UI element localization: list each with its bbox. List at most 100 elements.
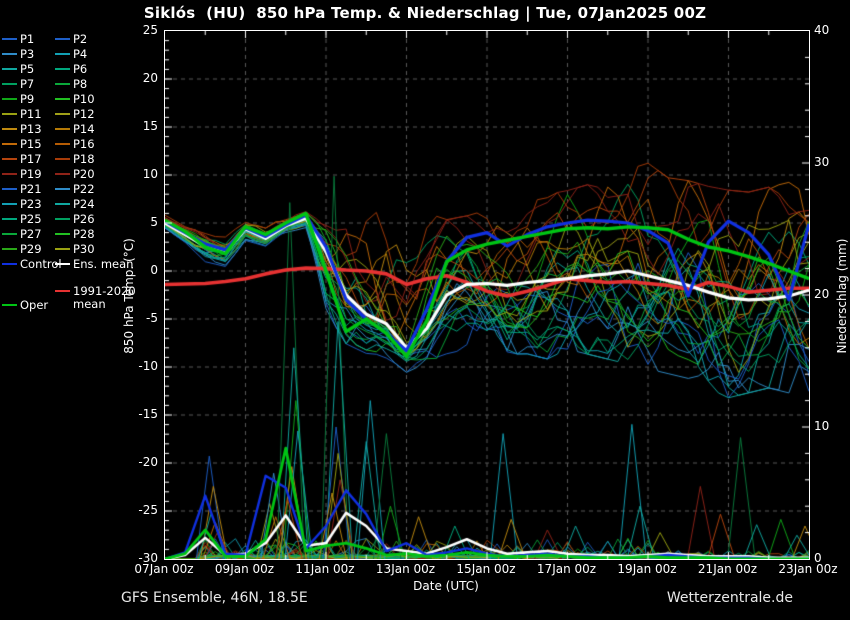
legend-member-p30: P30 (55, 243, 95, 256)
legend-member-p4-swatch (55, 53, 70, 55)
legend-member-p12: P12 (55, 108, 95, 121)
legend-member-p28: P28 (55, 228, 95, 241)
legend-member-p6-swatch (55, 68, 70, 70)
legend-member-p17: P17 (2, 153, 42, 166)
legend-member-p28-label: P28 (73, 228, 95, 241)
legend-oper-label: Oper (20, 299, 48, 312)
legend-member-p8-label: P8 (73, 78, 87, 91)
legend-member-p14: P14 (55, 123, 95, 136)
precip-tick-40: 40 (814, 23, 850, 37)
legend-member-p7-swatch (2, 83, 17, 85)
legend-member-p9-swatch (2, 98, 17, 100)
legend-member-p1-label: P1 (20, 33, 34, 46)
date-tick-23jan-00z: 23Jan 00z (768, 562, 848, 576)
legend-member-p1: P1 (2, 33, 34, 46)
legend-member-p20: P20 (55, 168, 95, 181)
legend-member-p5-label: P5 (20, 63, 34, 76)
page-title: Siklós (HU) 850 hPa Temp. & Niederschlag… (30, 4, 820, 22)
legend-member-p23-swatch (2, 203, 17, 205)
legend-member-p8-swatch (55, 83, 70, 85)
legend-member-p4: P4 (55, 48, 87, 61)
legend-member-p14-label: P14 (73, 123, 95, 136)
temp-tick--10: -10 (118, 359, 158, 373)
legend-member-p14-swatch (55, 128, 70, 130)
temp-tick-5: 5 (118, 215, 158, 229)
temp-tick--20: -20 (118, 455, 158, 469)
legend-member-p16: P16 (55, 138, 95, 151)
legend-member-p5: P5 (2, 63, 34, 76)
temp-tick-15: 15 (118, 119, 158, 133)
legend-member-p23: P23 (2, 198, 42, 211)
legend-member-p12-label: P12 (73, 108, 95, 121)
legend-member-p24-label: P24 (73, 198, 95, 211)
legend-member-p7: P7 (2, 78, 34, 91)
legend-member-p24-swatch (55, 203, 70, 205)
legend-member-p1-swatch (2, 38, 17, 40)
legend-member-p30-swatch (55, 248, 70, 250)
legend-member-p4-label: P4 (73, 48, 87, 61)
legend-member-p7-label: P7 (20, 78, 34, 91)
legend-member-p19: P19 (2, 168, 42, 181)
legend-member-p29-swatch (2, 248, 17, 250)
legend-member-p26: P26 (55, 213, 95, 226)
legend-member-p13-swatch (2, 128, 17, 130)
temp-tick-25: 25 (118, 23, 158, 37)
legend-member-p17-swatch (2, 158, 17, 160)
legend-member-p18-label: P18 (73, 153, 95, 166)
legend-member-p22-swatch (55, 188, 70, 190)
temp-tick-10: 10 (118, 167, 158, 181)
legend-member-p18-swatch (55, 158, 70, 160)
legend-member-p24: P24 (55, 198, 95, 211)
legend-member-p29: P29 (2, 243, 42, 256)
legend-member-p20-label: P20 (73, 168, 95, 181)
legend-control: Control (2, 258, 62, 271)
legend-member-p13: P13 (2, 123, 42, 136)
temp-tick--25: -25 (118, 503, 158, 517)
legend-member-p25-label: P25 (20, 213, 42, 226)
legend-member-p10-swatch (55, 98, 70, 100)
footer-model-location: GFS Ensemble, 46N, 18.5E (121, 590, 308, 606)
legend-member-p27-swatch (2, 233, 17, 235)
legend-member-p25-swatch (2, 218, 17, 220)
weather-chart-page: Siklós (HU) 850 hPa Temp. & Niederschlag… (0, 0, 850, 620)
x-axis-label-date: Date (UTC) (413, 579, 479, 593)
precip-tick-30: 30 (814, 155, 850, 169)
legend-member-p2-label: P2 (73, 33, 87, 46)
legend-member-p11-swatch (2, 113, 17, 115)
y-axis-label-temperature: 850 hPa Temp. (°C) (122, 238, 136, 354)
legend-member-p26-swatch (55, 218, 70, 220)
legend-member-p9: P9 (2, 93, 34, 106)
legend-member-p19-label: P19 (20, 168, 42, 181)
legend-member-p15: P15 (2, 138, 42, 151)
legend-member-p16-swatch (55, 143, 70, 145)
date-tick-13jan-00z: 13Jan 00z (366, 562, 446, 576)
legend-member-p10: P10 (55, 93, 95, 106)
date-tick-17jan-00z: 17Jan 00z (527, 562, 607, 576)
legend-member-p21-swatch (2, 188, 17, 190)
legend-member-p15-swatch (2, 143, 17, 145)
legend-member-p2-swatch (55, 38, 70, 40)
legend-member-p9-label: P9 (20, 93, 34, 106)
temp-tick-20: 20 (118, 71, 158, 85)
ensemble-plume-chart (164, 30, 810, 560)
legend-member-p25: P25 (2, 213, 42, 226)
legend-member-p19-swatch (2, 173, 17, 175)
legend-member-p20-swatch (55, 173, 70, 175)
precip-tick-10: 10 (814, 419, 850, 433)
date-tick-21jan-00z: 21Jan 00z (688, 562, 768, 576)
legend-member-p29-label: P29 (20, 243, 42, 256)
date-tick-07jan-00z: 07Jan 00z (124, 562, 204, 576)
legend-member-p23-label: P23 (20, 198, 42, 211)
legend-member-p18: P18 (55, 153, 95, 166)
legend-member-p10-label: P10 (73, 93, 95, 106)
legend-member-p11-label: P11 (20, 108, 42, 121)
legend-control-swatch (2, 263, 17, 265)
footer-site-credit: Wetterzentrale.de (667, 590, 793, 606)
precip-tick-20: 20 (814, 287, 850, 301)
legend-member-p6-label: P6 (73, 63, 87, 76)
legend-member-p27: P27 (2, 228, 42, 241)
legend-member-p30-label: P30 (73, 243, 95, 256)
legend-member-p13-label: P13 (20, 123, 42, 136)
legend-member-p11: P11 (2, 108, 42, 121)
date-tick-19jan-00z: 19Jan 00z (607, 562, 687, 576)
